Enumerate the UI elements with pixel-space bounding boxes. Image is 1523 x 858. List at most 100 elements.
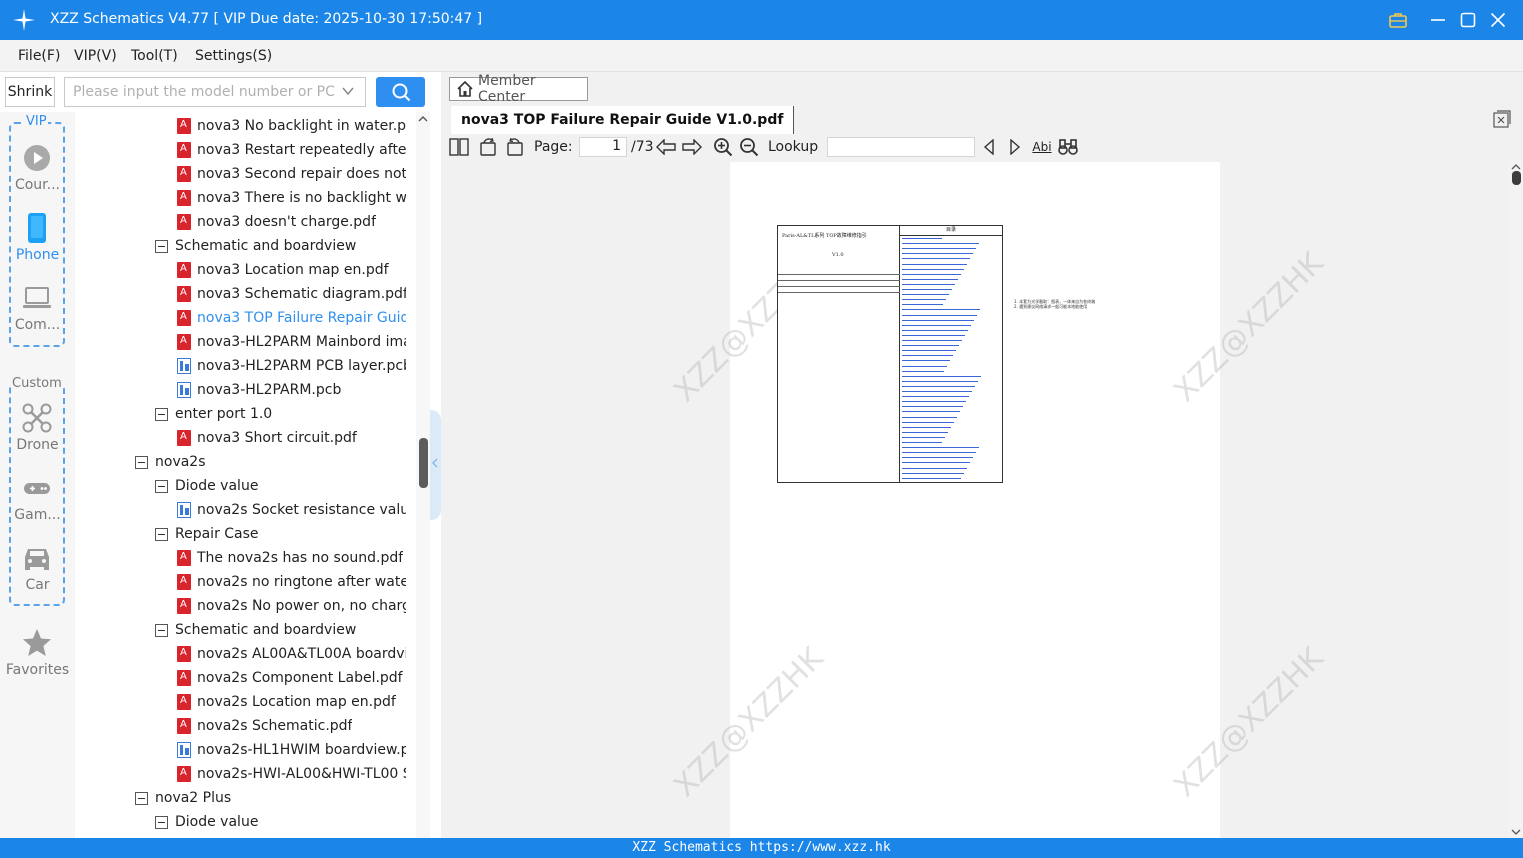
menu-file[interactable]: File(F) (18, 48, 60, 64)
tree-file[interactable]: nova3-HL2PARM.pcb (177, 378, 406, 402)
zoom-out-icon[interactable] (738, 137, 760, 157)
tree-folder[interactable]: Diode value (155, 474, 406, 498)
scroll-down-icon[interactable] (1511, 828, 1521, 836)
chevron-down-icon[interactable] (341, 84, 355, 98)
document-scroll-thumb[interactable] (1512, 171, 1521, 185)
panel-collapse-handle[interactable] (430, 410, 441, 520)
collapse-icon[interactable] (155, 239, 168, 253)
tree-file[interactable]: nova3-HL2PARM PCB layer.pcb (177, 354, 406, 378)
tree-file[interactable]: nova3 There is no backlight wh (177, 186, 406, 210)
tree-item-label: nova3 Second repair does not t (197, 166, 406, 182)
tree-folder[interactable]: nova2 Plus (135, 786, 406, 810)
menu-tool[interactable]: Tool(T) (131, 48, 178, 64)
text-select-button[interactable]: Abi (1030, 137, 1054, 157)
collapse-icon[interactable] (155, 815, 168, 829)
tree-item-label: nova2s AL00A&TL00A boardvie (197, 646, 406, 662)
tree-file[interactable]: nova3-HL2PARM Mainbord ima (177, 330, 406, 354)
search-button[interactable] (376, 77, 425, 107)
app-logo-icon (13, 9, 35, 31)
toc-line (902, 294, 949, 296)
search-input[interactable] (65, 78, 335, 106)
tree-folder[interactable]: nova2s (135, 450, 406, 474)
minimize-button[interactable] (1426, 8, 1450, 32)
toc-line (902, 401, 966, 403)
collapse-icon[interactable] (155, 407, 168, 421)
tree-folder[interactable]: enter port 1.0 (155, 402, 406, 426)
category-computer[interactable]: Com... (0, 283, 75, 343)
favorites-button[interactable]: Favorites (0, 628, 75, 688)
close-tab-icon[interactable] (1493, 110, 1511, 128)
close-button[interactable] (1486, 8, 1510, 32)
document-tab[interactable]: nova3 TOP Failure Repair Guide V1.0.pdf (451, 106, 795, 134)
tree-file[interactable]: nova2s no ringtone after water (177, 570, 406, 594)
category-sidebar: VIP Custom Cour... Phone Com... Drone Ga… (0, 112, 75, 838)
collapse-icon[interactable] (135, 791, 148, 805)
menu-settings[interactable]: Settings(S) (195, 48, 272, 64)
cover-rule (778, 274, 900, 275)
previous-page-icon[interactable] (655, 137, 677, 157)
shrink-button[interactable]: Shrink (5, 77, 55, 107)
search-combobox[interactable] (64, 77, 366, 107)
category-phone[interactable]: Phone (0, 213, 75, 273)
pcb-file-icon (177, 382, 191, 398)
tree-file[interactable]: nova3 doesn't charge.pdf (177, 210, 406, 234)
category-game[interactable]: Gam... (0, 473, 75, 533)
tree-file[interactable]: The nova2s has no sound.pdf (177, 546, 406, 570)
binoculars-icon[interactable] (1057, 137, 1079, 157)
tree-folder[interactable]: Diode value (155, 810, 406, 834)
toc-line (902, 319, 974, 321)
category-drone[interactable]: Drone (0, 403, 75, 463)
laptop-icon (22, 283, 52, 313)
dual-page-icon[interactable] (448, 137, 470, 157)
document-canvas[interactable]: XZZ@XZZHK XZZ@XZZHK XZZ@XZZHK XZZ@XZZHK … (441, 160, 1523, 838)
tree-file[interactable]: nova3 Second repair does not t (177, 162, 406, 186)
find-previous-icon[interactable] (978, 137, 1000, 157)
tree-file[interactable]: nova2s-HL1HWIM boardview.p( (177, 738, 406, 762)
rotate-right-icon[interactable] (504, 137, 526, 157)
tree-file[interactable]: nova2s Component Label.pdf (177, 666, 406, 690)
document-scrollbar[interactable] (1509, 160, 1523, 838)
collapse-icon[interactable] (155, 479, 168, 493)
tree-item-label: nova2s-HWI-AL00&HWI-TL00 S (197, 766, 406, 782)
lookup-input[interactable] (827, 137, 975, 157)
toc-line (902, 380, 978, 382)
cover-rule (778, 292, 900, 293)
rotate-left-icon[interactable] (477, 137, 499, 157)
tree-file[interactable]: nova3 No backlight in water.pd (177, 114, 406, 138)
collapse-icon[interactable] (155, 623, 168, 637)
tree-file[interactable]: nova2s Schematic.pdf (177, 714, 406, 738)
tree-file[interactable]: nova3 Location map en.pdf (177, 258, 406, 282)
menu-bar: File(F) VIP(V) Tool(T) Settings(S) (0, 40, 1523, 72)
category-car[interactable]: Car (0, 543, 75, 603)
page-number-input[interactable]: 1 (579, 137, 627, 157)
scroll-up-icon[interactable] (1511, 163, 1521, 171)
tree-folder[interactable]: Repair Case (155, 522, 406, 546)
collapse-icon[interactable] (155, 527, 168, 541)
tree-file[interactable]: nova3 TOP Failure Repair Guide (177, 306, 406, 330)
toc-line (902, 370, 944, 372)
tree-folder[interactable]: Schematic and boardview (155, 618, 406, 642)
tree-file[interactable]: nova3 Short circuit.pdf (177, 426, 406, 450)
tree-file[interactable]: nova2s No power on, no chargi (177, 594, 406, 618)
toc-line (902, 447, 979, 449)
tree-file[interactable]: nova3 Schematic diagram.pdf (177, 282, 406, 306)
menu-vip[interactable]: VIP(V) (74, 48, 117, 64)
tree-item-label: nova3 No backlight in water.pd (197, 118, 406, 134)
member-center-button[interactable]: Member Center (449, 73, 588, 105)
tree-file[interactable]: nova2s AL00A&TL00A boardvie (177, 642, 406, 666)
tree-scroll-thumb[interactable] (419, 438, 428, 488)
collapse-icon[interactable] (135, 455, 148, 469)
category-courses[interactable]: Cour... (0, 143, 75, 203)
maximize-button[interactable] (1456, 8, 1480, 32)
tree-file[interactable]: nova2s Location map en.pdf (177, 690, 406, 714)
zoom-in-icon[interactable] (712, 137, 734, 157)
tree-folder[interactable]: Schematic and boardview (155, 234, 406, 258)
tree-file[interactable]: nova3 Restart repeatedly after v (177, 138, 406, 162)
next-page-icon[interactable] (681, 137, 703, 157)
tree-file[interactable]: nova2s-HWI-AL00&HWI-TL00 S (177, 762, 406, 786)
scroll-up-icon[interactable] (418, 114, 428, 124)
find-next-icon[interactable] (1004, 137, 1026, 157)
briefcase-icon[interactable] (1386, 8, 1410, 32)
tree-item-label: nova3-HL2PARM.pcb (197, 382, 342, 398)
tree-file[interactable]: nova2s Socket resistance value.| (177, 498, 406, 522)
